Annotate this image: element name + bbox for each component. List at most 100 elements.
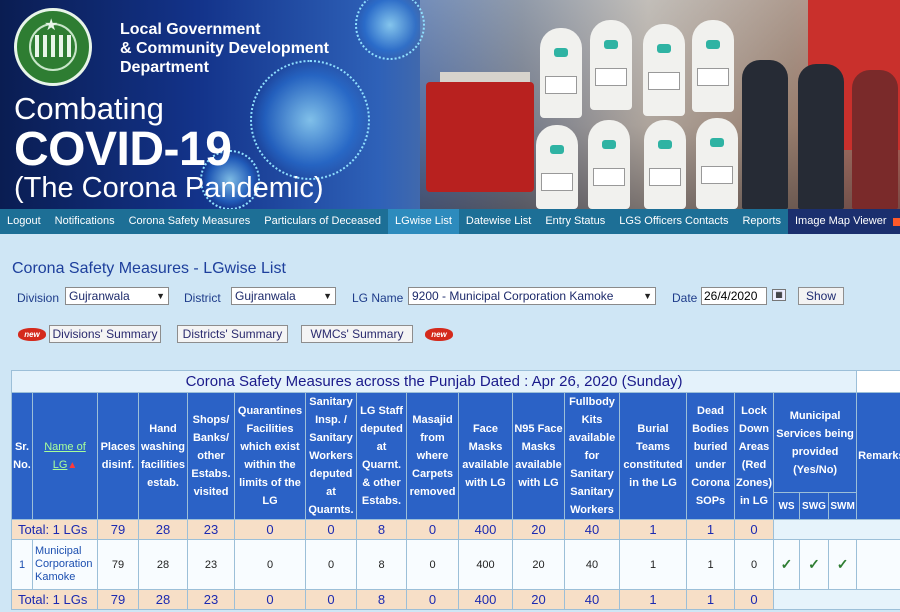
col-header-shops: Shops/ Banks/ other Estabs. visited xyxy=(187,392,235,520)
nav-entry-status[interactable]: Entry Status xyxy=(538,209,612,234)
col-header-ws: WS xyxy=(773,492,800,520)
nav-image-map-viewer-label: Image Map Viewer xyxy=(795,215,887,227)
col-header-name[interactable]: Name of LG▲ xyxy=(32,392,98,520)
new-badge-icon: new xyxy=(18,328,46,341)
worker-image xyxy=(588,120,630,209)
fire-truck-image xyxy=(426,82,534,192)
row-cell: 400 xyxy=(458,539,513,590)
total-cell: 400 xyxy=(458,589,513,610)
chevron-down-icon: ▼ xyxy=(323,291,332,301)
col-header-fullbody-kits: Fullbody Kits available for Sanitary San… xyxy=(564,392,620,520)
wmcs-summary-button[interactable]: WMCs' Summary xyxy=(301,325,413,343)
total-cell: 8 xyxy=(356,589,407,610)
district-select[interactable]: Gujranwala ▼ xyxy=(231,287,336,305)
total-cell: 400 xyxy=(458,519,513,540)
total-cell: 1 xyxy=(686,519,735,540)
col-header-n95: N95 Face Masks available with LG xyxy=(512,392,565,520)
worker-image xyxy=(644,120,686,209)
division-select[interactable]: Gujranwala ▼ xyxy=(65,287,169,305)
total-cell: 23 xyxy=(187,519,235,540)
virus-graphic xyxy=(250,60,370,180)
main-nav: Logout Notifications Corona Safety Measu… xyxy=(0,209,900,234)
total-cell: 79 xyxy=(97,519,139,540)
row-remarks xyxy=(856,539,900,590)
col-header-hand-washing: Hand washing facilities estab. xyxy=(138,392,188,520)
total-cell: 23 xyxy=(187,589,235,610)
chevron-down-icon: ▼ xyxy=(156,291,165,301)
district-label: District xyxy=(184,291,221,305)
total-cell: 20 xyxy=(512,519,565,540)
total-cell: 0 xyxy=(234,519,306,540)
total-cell: 0 xyxy=(305,589,357,610)
department-name: Local Government & Community Development… xyxy=(120,21,329,76)
banner-title-covid: COVID-19 xyxy=(14,123,232,176)
total-cell: 0 xyxy=(305,519,357,540)
districts-summary-button[interactable]: Districts' Summary xyxy=(177,325,288,343)
col-header-face-masks: Face Masks available with LG xyxy=(458,392,513,520)
total-cell: 8 xyxy=(356,519,407,540)
sort-up-icon: ▲ xyxy=(67,459,78,471)
nav-image-map-viewer[interactable]: Image Map Viewer xyxy=(788,209,900,234)
division-label: Division xyxy=(17,291,60,305)
header-banner: ★ Local Government & Community Developme… xyxy=(0,0,900,209)
total-label: Total: 1 LGs xyxy=(11,519,98,540)
col-header-remarks: Remarks xyxy=(856,392,900,520)
nav-corona-safety-measures[interactable]: Corona Safety Measures xyxy=(122,209,258,234)
worker-image xyxy=(540,28,582,118)
divisions-summary-button[interactable]: Divisions' Summary xyxy=(49,325,161,343)
col-header-swm: SWM xyxy=(827,492,858,520)
worker-image xyxy=(692,20,734,112)
safety-measures-table: Corona Safety Measures across the Punjab… xyxy=(10,370,900,610)
total-blank-cell xyxy=(772,589,900,610)
table-row: 1 Municipal Corporation Kamoke 79 28 23 … xyxy=(11,539,900,590)
col-header-sr: Sr. No. xyxy=(11,392,33,520)
swg-check-icon: ✓ xyxy=(799,539,829,590)
nav-lgs-officers-contacts[interactable]: LGS Officers Contacts xyxy=(612,209,735,234)
total-cell: 40 xyxy=(564,519,620,540)
worker-image xyxy=(590,20,632,110)
new-badge-icon: new xyxy=(425,328,453,341)
col-header-masajid: Masajid from where Carpets removed xyxy=(406,392,459,520)
row-cell: 0 xyxy=(406,539,459,590)
row-cell: 0 xyxy=(305,539,357,590)
date-input[interactable]: 26/4/2020 xyxy=(701,287,767,305)
swm-check-icon: ✓ xyxy=(827,539,858,590)
page-title: Corona Safety Measures - LGwise List xyxy=(12,260,286,277)
total-cell: 1 xyxy=(619,519,687,540)
banner-title-pandemic: (The Corona Pandemic) xyxy=(14,172,324,204)
total-cell: 0 xyxy=(406,589,459,610)
total-cell: 28 xyxy=(138,519,188,540)
nav-notifications[interactable]: Notifications xyxy=(48,209,122,234)
nav-datewise-list[interactable]: Datewise List xyxy=(459,209,538,234)
official-image xyxy=(742,60,788,209)
row-sr: 1 xyxy=(11,539,33,590)
col-header-places: Places disinf. xyxy=(97,392,139,520)
caption-spacer xyxy=(856,370,900,393)
total-cell: 0 xyxy=(406,519,459,540)
nav-logout[interactable]: Logout xyxy=(0,209,48,234)
district-select-value: Gujranwala xyxy=(235,289,296,303)
total-row-bottom: Total: 1 LGs 79 28 23 0 0 8 0 400 20 40 … xyxy=(11,589,900,610)
row-cell: 23 xyxy=(187,539,235,590)
date-label: Date xyxy=(672,291,698,305)
row-cell: 20 xyxy=(512,539,565,590)
show-button[interactable]: Show xyxy=(798,287,844,305)
punjab-logo-icon: ★ xyxy=(14,8,92,86)
total-cell: 1 xyxy=(619,589,687,610)
total-cell: 79 xyxy=(97,589,139,610)
nav-lgwise-list[interactable]: LGwise List xyxy=(388,209,459,234)
sort-by-name-link[interactable]: Name of LG xyxy=(44,441,86,471)
official-image xyxy=(798,64,844,209)
total-cell: 0 xyxy=(234,589,306,610)
calendar-icon[interactable]: ▦ xyxy=(772,289,786,301)
lg-name-select[interactable]: 9200 - Municipal Corporation Kamoke ▼ xyxy=(408,287,656,305)
row-cell: 79 xyxy=(97,539,139,590)
nav-reports[interactable]: Reports xyxy=(735,209,788,234)
col-header-sanitary: Sanitary Insp. / Sanitary Workers depute… xyxy=(305,392,357,520)
col-header-municipal-services: Municipal Services being provided (Yes/N… xyxy=(772,391,858,494)
nav-particulars-of-deceased[interactable]: Particulars of Deceased xyxy=(257,209,388,234)
row-cell: 0 xyxy=(734,539,774,590)
row-cell: 0 xyxy=(234,539,306,590)
row-cell: 1 xyxy=(686,539,735,590)
row-lg-name: Municipal Corporation Kamoke xyxy=(32,539,98,590)
